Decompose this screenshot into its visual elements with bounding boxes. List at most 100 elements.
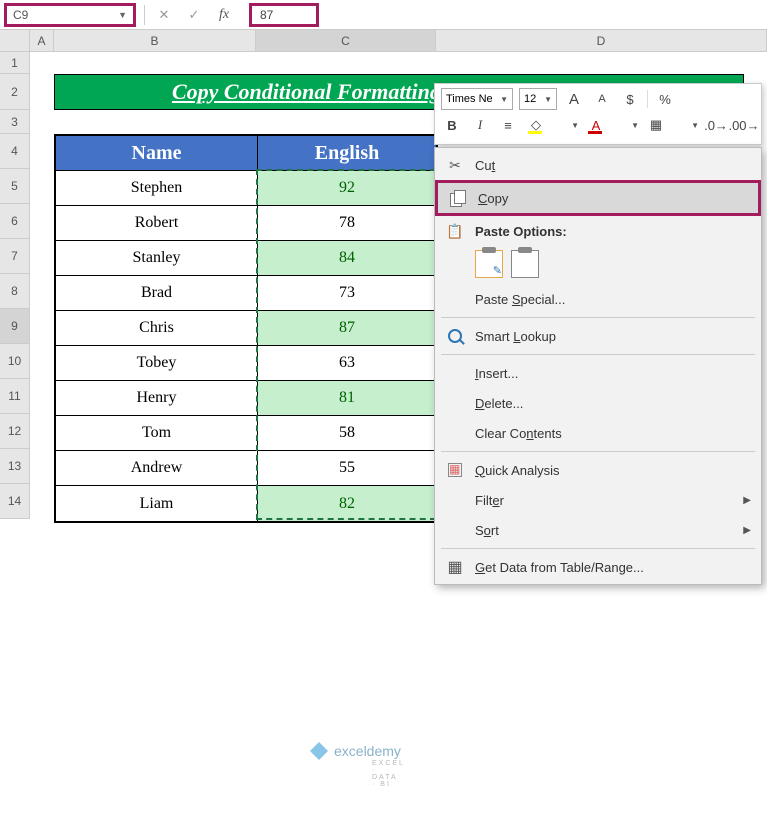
cell-name[interactable]: Stanley: [56, 241, 258, 276]
menu-cut[interactable]: Cut: [435, 150, 761, 180]
col-header-d[interactable]: D: [436, 30, 767, 51]
formula-bar: C9 ▼ ✕ ✓ fx 87: [0, 0, 767, 30]
table-row: Stanley84: [56, 241, 436, 276]
mini-toolbar: Times Ne▼ 12▼ A A $ % B I ≡ ◇ ▼ A ▼ ▦ ▼ …: [434, 83, 762, 145]
cell-name[interactable]: Chris: [56, 311, 258, 346]
menu-clear-contents[interactable]: Clear Contents: [435, 418, 761, 448]
quick-analysis-icon: [445, 460, 465, 480]
menu-copy[interactable]: Copy: [435, 180, 761, 216]
table-row: Brad73: [56, 276, 436, 311]
cell-english[interactable]: 63: [258, 346, 436, 381]
cell-english[interactable]: 73: [258, 276, 436, 311]
increase-decimal-button[interactable]: .0→: [705, 114, 727, 136]
cell-name[interactable]: Liam: [56, 486, 258, 521]
row-header[interactable]: 10: [0, 344, 30, 379]
row-header[interactable]: 14: [0, 484, 30, 519]
cell-english[interactable]: 82: [258, 486, 436, 521]
cell-english[interactable]: 84: [258, 241, 436, 276]
data-table: Name English Stephen92Robert78Stanley84B…: [54, 134, 438, 523]
row-header[interactable]: 12: [0, 414, 30, 449]
divider: [647, 90, 648, 108]
cell-english[interactable]: 78: [258, 206, 436, 241]
chevron-down-icon[interactable]: ▼: [631, 121, 639, 130]
table-row: Tom58: [56, 416, 436, 451]
menu-filter[interactable]: Filter ▶: [435, 485, 761, 515]
formula-input[interactable]: 87: [249, 3, 319, 27]
menu-paste-options-label: Paste Options:: [435, 216, 761, 246]
menu-get-data[interactable]: Get Data from Table/Range...: [435, 552, 761, 582]
cell-name[interactable]: Henry: [56, 381, 258, 416]
select-all-corner[interactable]: [0, 30, 30, 51]
name-box[interactable]: C9 ▼: [4, 3, 136, 27]
cell-name[interactable]: Robert: [56, 206, 258, 241]
paste-options-row: [435, 246, 761, 284]
font-color-button[interactable]: A: [585, 114, 607, 136]
font-family-selector[interactable]: Times Ne▼: [441, 88, 513, 110]
chevron-down-icon[interactable]: ▼: [118, 10, 127, 20]
search-icon: [445, 326, 465, 346]
row-header[interactable]: 7: [0, 239, 30, 274]
divider: [144, 5, 145, 25]
menu-separator: [441, 548, 755, 549]
cell-name[interactable]: Andrew: [56, 451, 258, 486]
row-header[interactable]: 11: [0, 379, 30, 414]
menu-sort[interactable]: Sort ▶: [435, 515, 761, 545]
fx-icon[interactable]: fx: [213, 4, 235, 26]
name-box-value: C9: [13, 8, 118, 22]
paste-option-default-icon[interactable]: [475, 250, 503, 278]
submenu-arrow-icon: ▶: [743, 495, 751, 506]
cancel-formula-icon[interactable]: ✕: [153, 4, 175, 26]
accept-formula-icon[interactable]: ✓: [183, 4, 205, 26]
cell-english[interactable]: 92: [258, 171, 436, 206]
chevron-down-icon: ▼: [500, 95, 508, 104]
decrease-decimal-button[interactable]: .00→: [733, 114, 755, 136]
cell-name[interactable]: Tobey: [56, 346, 258, 381]
cell-english[interactable]: 81: [258, 381, 436, 416]
border-button[interactable]: ▦: [645, 114, 667, 136]
align-button[interactable]: ≡: [497, 114, 519, 136]
accounting-format-button[interactable]: $: [619, 88, 641, 110]
menu-delete[interactable]: Delete...: [435, 388, 761, 418]
row-header[interactable]: 2: [0, 74, 30, 110]
menu-insert[interactable]: Insert...: [435, 358, 761, 388]
fill-color-button[interactable]: ◇: [525, 114, 547, 136]
row-header[interactable]: 4: [0, 134, 30, 169]
blank-icon: [445, 289, 465, 309]
menu-paste-special[interactable]: Paste Special...: [435, 284, 761, 314]
chevron-down-icon[interactable]: ▼: [571, 121, 579, 130]
cell-english[interactable]: 58: [258, 416, 436, 451]
italic-button[interactable]: I: [469, 114, 491, 136]
percent-format-button[interactable]: %: [654, 88, 676, 110]
cell-english[interactable]: 87: [258, 311, 436, 346]
cell-name[interactable]: Stephen: [56, 171, 258, 206]
row-header[interactable]: 8: [0, 274, 30, 309]
menu-separator: [441, 451, 755, 452]
context-menu: Cut Copy Paste Options: Paste Special...…: [434, 147, 762, 585]
bold-button[interactable]: B: [441, 114, 463, 136]
row-header[interactable]: 9: [0, 309, 30, 344]
menu-smart-lookup[interactable]: Smart Lookup: [435, 321, 761, 351]
row-header[interactable]: 5: [0, 169, 30, 204]
col-header-c[interactable]: C: [256, 30, 436, 51]
scissors-icon: [445, 155, 465, 175]
blank-icon: [445, 393, 465, 413]
cell-name[interactable]: Brad: [56, 276, 258, 311]
chevron-down-icon[interactable]: ▼: [691, 121, 699, 130]
cell-english[interactable]: 55: [258, 451, 436, 486]
decrease-font-button[interactable]: A: [591, 88, 613, 110]
exceldemy-logo-icon: [310, 742, 328, 760]
row-header[interactable]: 6: [0, 204, 30, 239]
row-header[interactable]: 13: [0, 449, 30, 484]
table-row: Andrew55: [56, 451, 436, 486]
watermark-text: exceldemy: [334, 743, 401, 759]
paste-option-values-icon[interactable]: [511, 250, 539, 278]
font-size-selector[interactable]: 12▼: [519, 88, 557, 110]
cell-name[interactable]: Tom: [56, 416, 258, 451]
menu-separator: [441, 317, 755, 318]
col-header-b[interactable]: B: [54, 30, 256, 51]
increase-font-button[interactable]: A: [563, 88, 585, 110]
col-header-a[interactable]: A: [30, 30, 54, 51]
row-header[interactable]: 1: [0, 52, 30, 74]
menu-quick-analysis[interactable]: Quick Analysis: [435, 455, 761, 485]
row-header[interactable]: 3: [0, 110, 30, 134]
